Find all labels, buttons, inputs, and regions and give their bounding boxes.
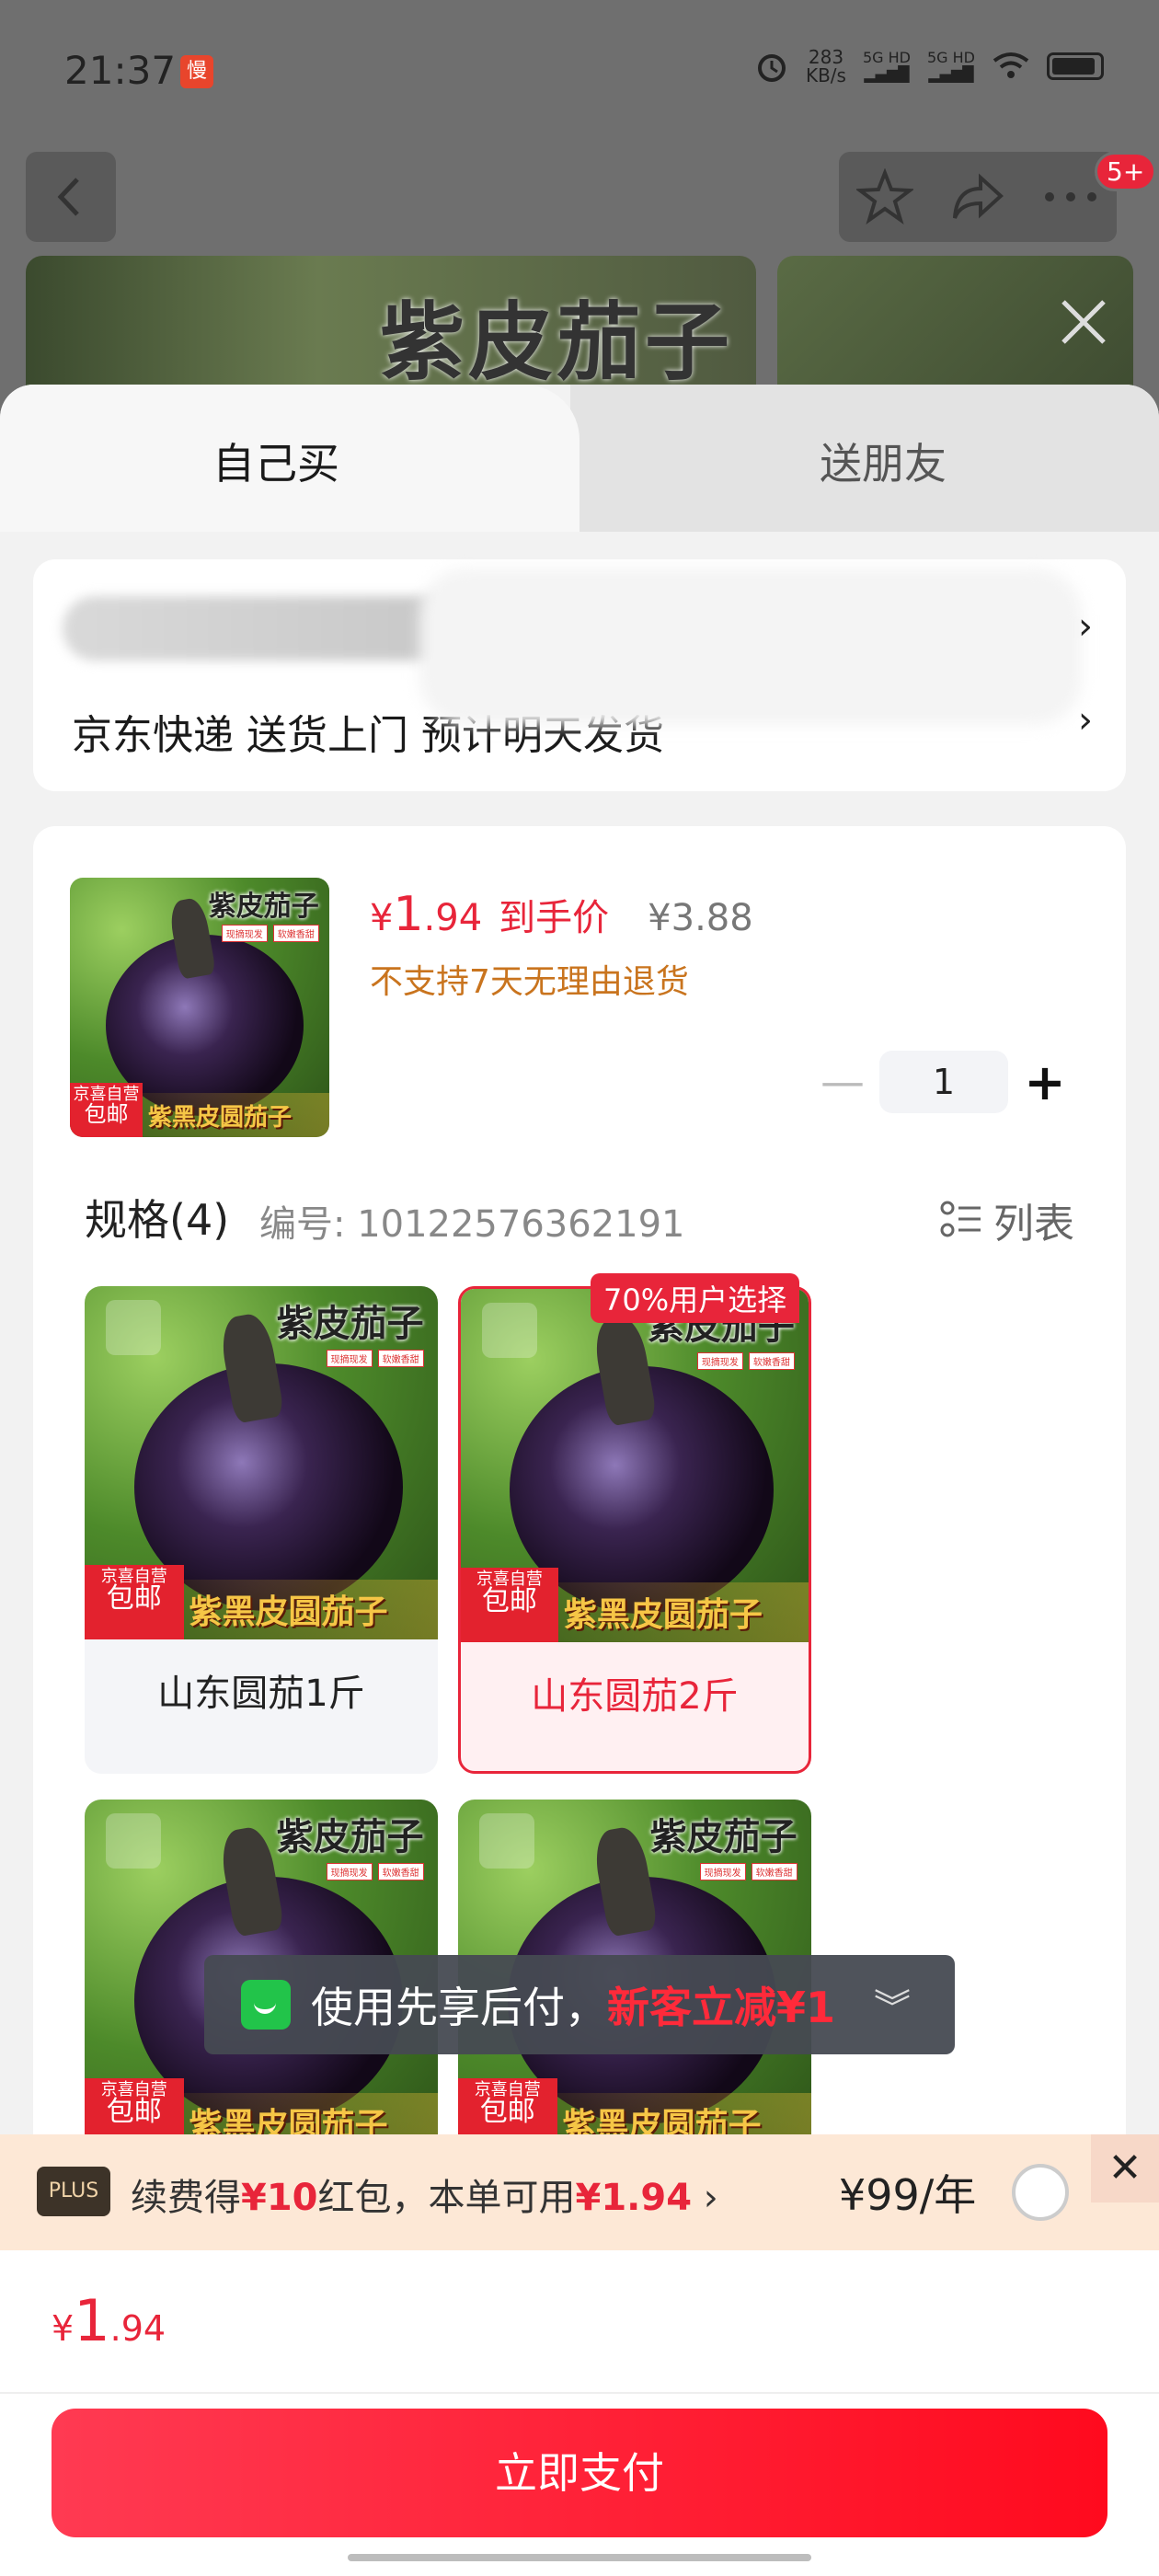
original-price: ¥3.88 — [648, 897, 753, 939]
return-policy-note: 不支持7天无理由退货 — [370, 963, 689, 1001]
wifi-icon — [993, 52, 1029, 78]
chevron-left-icon — [57, 178, 79, 216]
status-app-badge: 慢 — [180, 55, 213, 88]
plus-text: 续费得¥10红包，本单可用¥1.94 › — [131, 2177, 718, 2219]
address-card[interactable]: 京东快递 送货上门 预计明天发货 › › — [33, 559, 1126, 791]
nav-actions — [839, 152, 1117, 242]
chevron-right-icon: › — [1078, 605, 1093, 648]
spec-option-label: 山东圆茄2斤 — [531, 1675, 739, 1718]
pay-later-toast[interactable]: 使用先享后付， 新客立减¥1 ︾ — [204, 1955, 955, 2054]
quantity-stepper: — 1 + — [806, 1051, 1082, 1113]
signal-1: 5G HD ▂▄▆█ — [862, 49, 911, 83]
toast-promo: 新客立减¥1 — [607, 1983, 836, 2032]
shopping-bag-icon — [241, 1980, 291, 2030]
list-icon — [940, 1201, 981, 1237]
plus-membership-bar[interactable]: PLUS 续费得¥10红包，本单可用¥1.94 › ¥99/年 ✕ — [0, 2134, 1159, 2250]
alarm-icon — [757, 54, 786, 82]
star-icon[interactable] — [856, 168, 914, 225]
quantity-input[interactable]: 1 — [879, 1051, 1008, 1113]
price-tag: 到手价 — [499, 897, 610, 939]
plus-logo: PLUS — [37, 2167, 110, 2216]
decrease-button[interactable]: — — [806, 1056, 879, 1108]
back-button[interactable] — [26, 152, 116, 242]
more-badge: 5+ — [1095, 152, 1157, 191]
price-row: ¥1.94 到手价 ¥3.88 — [370, 887, 753, 942]
status-bar: 21:37 慢 283 KB/s 5G HD ▂▄▆█ 5G HD ▂▄▆█ — [0, 0, 1159, 138]
increase-button[interactable]: + — [1008, 1053, 1082, 1111]
zoom-icon[interactable] — [106, 1813, 162, 1869]
list-view-toggle[interactable]: 列表 — [940, 1190, 1074, 1249]
tab-gift[interactable]: 送朋友 — [570, 385, 1159, 532]
zoom-icon[interactable] — [106, 1300, 162, 1356]
tabs: 送朋友 自己买 — [0, 385, 1159, 532]
zoom-icon[interactable] — [481, 1303, 537, 1359]
popular-badge: 70%用户选择 — [591, 1273, 800, 1323]
pay-now-button[interactable]: 立即支付 — [52, 2409, 1107, 2537]
battery-icon — [1047, 52, 1104, 80]
share-icon[interactable] — [949, 168, 1006, 225]
address-redacted-overlay — [419, 569, 1082, 725]
spec-option-1[interactable]: 紫皮茄子 现摘现发 软嫩香甜 京喜自营 包邮 紫黑皮圆茄子 山东圆茄1斤 — [85, 1286, 438, 1774]
more-icon[interactable] — [1042, 188, 1099, 206]
network-speed: 283 KB/s — [805, 46, 846, 86]
signal-2: 5G HD ▂▄▆█ — [926, 49, 975, 83]
chevron-double-down-icon[interactable]: ︾ — [874, 1978, 911, 2031]
total-price: ¥1.94 — [52, 2287, 166, 2354]
spec-heading: 规格(4) — [85, 1195, 230, 1245]
toast-text: 使用先享后付， — [311, 1983, 607, 2032]
chevron-right-icon: › — [1078, 699, 1093, 742]
product-thumbnail: 紫皮茄子 现摘现发 软嫩香甜 京喜自营 包邮 紫黑皮圆茄子 — [70, 878, 329, 1137]
zoom-icon[interactable] — [479, 1813, 535, 1869]
plus-radio[interactable] — [1012, 2164, 1069, 2221]
current-price: ¥1.94 — [370, 887, 483, 942]
close-icon[interactable] — [1056, 294, 1111, 350]
status-time: 21:37 — [64, 48, 177, 93]
status-right: 283 KB/s 5G HD ▂▄▆█ 5G HD ▂▄▆█ — [754, 48, 1104, 85]
spec-option-2[interactable]: 紫皮茄子 现摘现发 软嫩香甜 京喜自营 包邮 紫黑皮圆茄子 山东圆茄2斤 — [458, 1286, 811, 1774]
plus-price: ¥99/年 — [839, 2170, 977, 2220]
hero-title: 紫皮茄子 — [380, 293, 734, 392]
close-plus-button[interactable]: ✕ — [1091, 2134, 1159, 2202]
checkout-footer: ¥1.94 立即支付 — [0, 2250, 1159, 2576]
product-code: 编号: 10122576362191 — [259, 1203, 685, 1246]
divider — [0, 2392, 1159, 2394]
tab-self-buy[interactable]: 自己买 — [0, 385, 580, 532]
spec-option-label: 山东圆茄1斤 — [157, 1673, 365, 1715]
home-indicator[interactable] — [348, 2554, 811, 2561]
